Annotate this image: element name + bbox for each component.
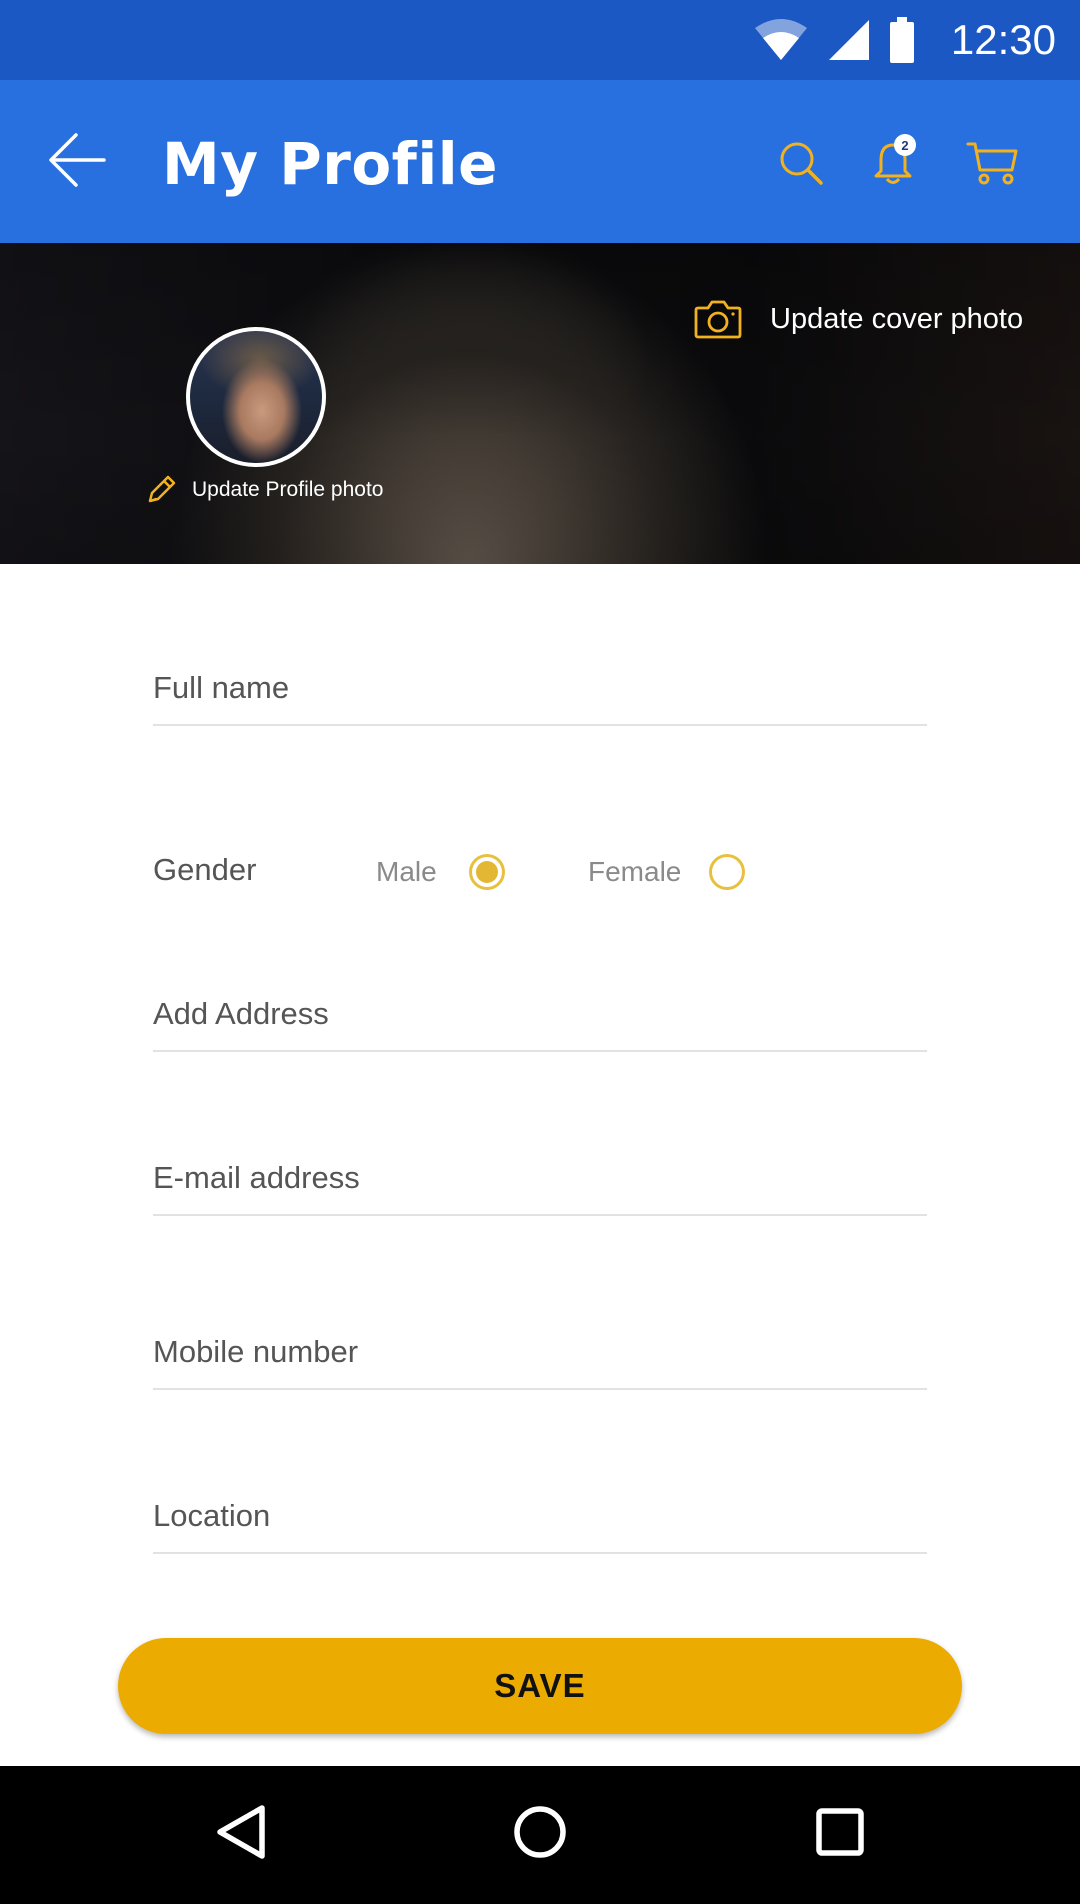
location-field[interactable]: Location (153, 1498, 927, 1554)
address-label: Add Address (153, 996, 329, 1031)
save-button[interactable]: SAVE (118, 1638, 962, 1734)
cover-shade (0, 243, 1080, 564)
nav-back-icon (217, 1805, 265, 1859)
avatar[interactable] (186, 327, 326, 467)
status-icons: 12:30 (753, 0, 1056, 80)
gender-option-female[interactable]: Female (588, 854, 746, 890)
address-field[interactable]: Add Address (153, 996, 927, 1052)
nav-home-button[interactable] (512, 1802, 568, 1867)
signal-icon (827, 18, 871, 62)
cart-icon (966, 142, 1018, 185)
full-name-label: Full name (153, 670, 290, 705)
update-profile-photo-label: Update Profile photo (192, 478, 384, 501)
male-radio[interactable] (468, 854, 505, 890)
gender-row: Gender Male Female (153, 850, 927, 894)
status-bar: 12:30 (0, 0, 1080, 80)
status-time: 12:30 (950, 16, 1056, 63)
gender-option-male[interactable]: Male (376, 854, 505, 890)
gender-label: Gender (153, 852, 257, 887)
system-nav-bar (0, 1766, 1080, 1904)
pencil-icon (148, 475, 176, 503)
cover-photo: Update cover photo Update Profile photo (0, 243, 1080, 564)
email-field[interactable]: E-mail address (153, 1160, 927, 1216)
wifi-icon (753, 18, 809, 62)
back-button[interactable] (48, 132, 114, 192)
arrow-left-icon (49, 133, 106, 187)
gender-female-label: Female (588, 856, 682, 887)
search-button[interactable] (778, 140, 824, 191)
mobile-label: Mobile number (153, 1334, 359, 1369)
email-label: E-mail address (153, 1160, 360, 1195)
update-profile-photo-button[interactable]: Update Profile photo (144, 473, 383, 507)
page-title: My Profile (162, 130, 499, 198)
nav-home-icon (514, 1806, 566, 1858)
full-name-field[interactable]: Full name (153, 670, 927, 726)
search-icon (780, 142, 823, 185)
app-bar: My Profile 2 (0, 80, 1080, 243)
update-cover-photo-button[interactable]: Update cover photo (694, 299, 1023, 339)
battery-icon (889, 17, 915, 63)
radio-selected-dot (475, 861, 498, 883)
update-cover-photo-label: Update cover photo (770, 302, 1024, 335)
nav-recents-icon (816, 1808, 864, 1856)
gender-male-label: Male (376, 856, 437, 887)
notifications-button[interactable]: 2 (872, 134, 916, 191)
female-radio[interactable] (709, 854, 746, 890)
camera-icon (694, 300, 742, 339)
cart-button[interactable] (966, 140, 1018, 191)
mobile-field[interactable]: Mobile number (153, 1334, 927, 1390)
nav-recents-button[interactable] (812, 1802, 868, 1867)
notification-badge: 2 (894, 134, 916, 156)
location-label: Location (153, 1498, 271, 1533)
nav-back-button[interactable] (212, 1802, 268, 1867)
